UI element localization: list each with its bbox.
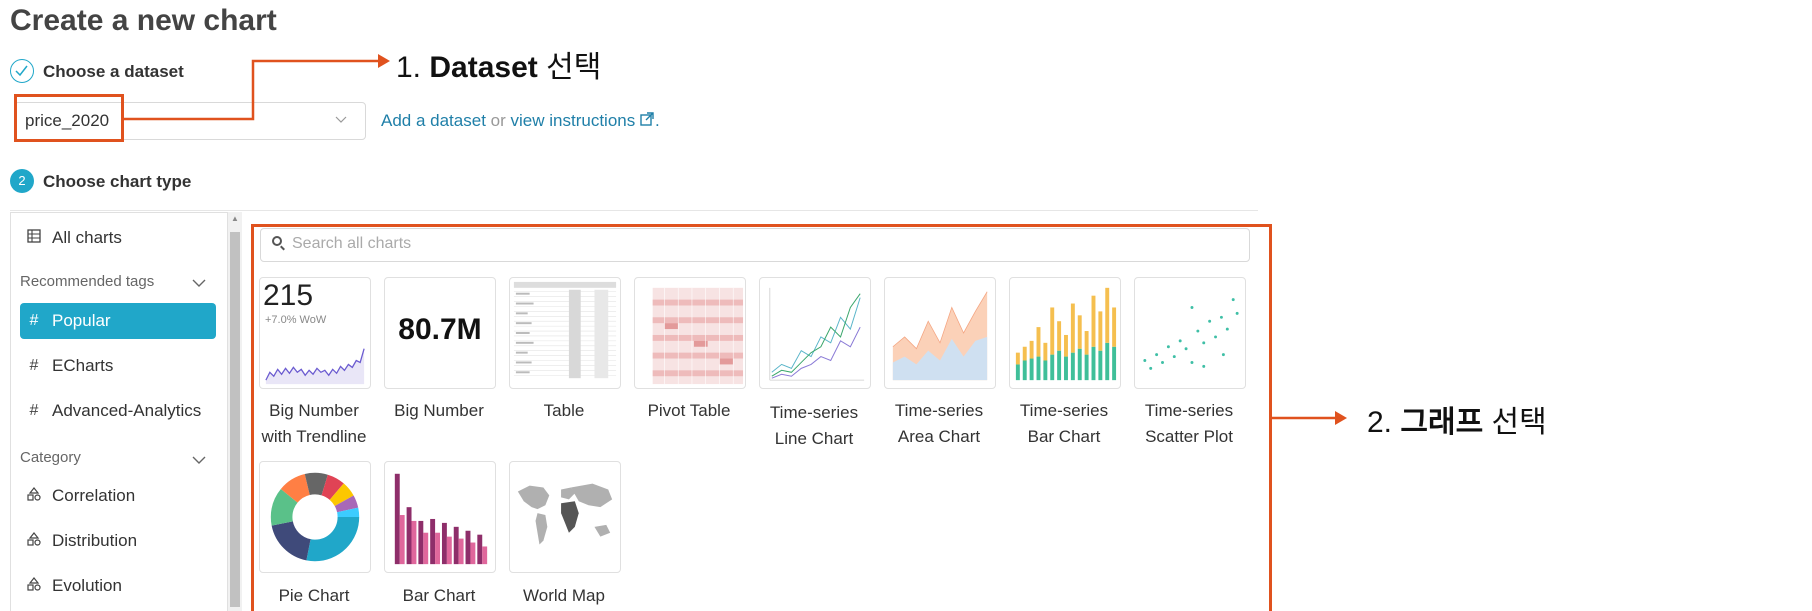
annotation-1: 1. Dataset 선택 [396, 42, 601, 86]
annotation-1-number: 1. [396, 51, 422, 84]
annotation-2-rest: 선택 [1491, 406, 1547, 439]
annotation-2-bold: 그래프 [1400, 406, 1484, 439]
annotation-1-bold: Dataset [429, 51, 538, 84]
annotation-arrows [124, 54, 1347, 425]
annotation-2: 2. 그래프 선택 [1367, 397, 1547, 441]
annotation-2-number: 2. [1367, 406, 1393, 439]
annotation-1-rest: 선택 [546, 51, 602, 84]
